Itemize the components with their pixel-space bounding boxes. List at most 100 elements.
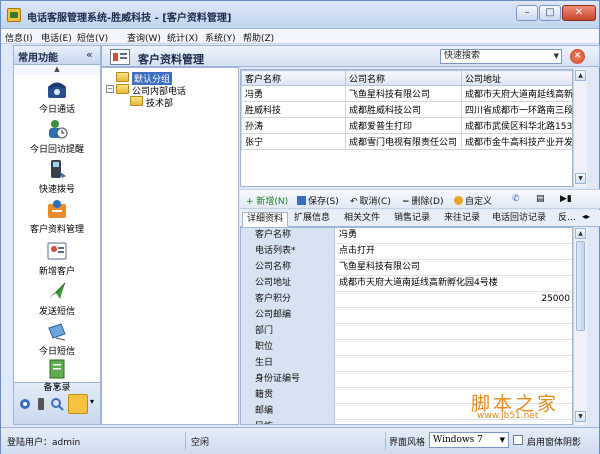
expand-icon[interactable]: −: [106, 85, 114, 93]
menu-help[interactable]: 帮助(Z): [243, 31, 274, 44]
content-header: 客户资料管理 快速搜索 ▼ ✕: [101, 45, 600, 67]
field-value[interactable]: 冯勇: [337, 228, 572, 244]
quick-item-add-customer[interactable]: 新增客户: [14, 264, 100, 277]
folder-icon: [116, 84, 129, 94]
folder-icon: [130, 96, 143, 106]
tab-scroll-icon[interactable]: ◂▸: [582, 212, 590, 221]
field-label: 生日: [241, 356, 335, 372]
scroll-up-icon[interactable]: ▲: [575, 70, 586, 81]
quick-item-today-reminders[interactable]: 今日回访提醒: [14, 142, 100, 155]
window-shadow-checkbox[interactable]: [513, 435, 523, 445]
detail-row: 客户积分 25000: [241, 292, 572, 308]
field-value[interactable]: [337, 340, 572, 356]
cancel-button-label: 取消(C): [359, 197, 391, 207]
table-row[interactable]: 胜威科技 成都胜威科技公司 四川省成都市一环路南三段2: [241, 101, 572, 118]
quick-item-memo[interactable]: 备忘录: [14, 380, 100, 393]
table-row[interactable]: 冯勇 飞鱼星科技有限公司 成都市天府大道南延线高新: [241, 85, 572, 102]
details-scrollbar[interactable]: ▲ ▼: [573, 227, 587, 425]
table-cell: 冯勇: [241, 85, 346, 102]
window-title: 电话客服管理系统-胜威科技 - [客户资料管理]: [27, 13, 232, 24]
collapse-panel-icon[interactable]: «: [86, 48, 93, 61]
quick-functions-header: 常用功能 «: [14, 46, 100, 65]
skin-select[interactable]: Windows 7 ▼: [429, 432, 509, 448]
more-actions-icon[interactable]: ▶▮: [560, 194, 572, 204]
field-value[interactable]: [337, 372, 572, 388]
menu-sms[interactable]: 短信(V): [77, 31, 108, 44]
close-page-icon[interactable]: ✕: [570, 49, 585, 64]
field-value[interactable]: [337, 356, 572, 372]
field-label: 客户积分: [241, 292, 335, 308]
menu-query[interactable]: 查询(W): [127, 31, 161, 44]
field-value[interactable]: 成都市天府大道南延线高新孵化园4号楼: [337, 276, 572, 292]
chevron-down-icon[interactable]: ▼: [554, 50, 559, 63]
add-customer-icon: [47, 242, 67, 260]
menu-system[interactable]: 系统(Y): [205, 31, 236, 44]
field-label: 籍贯: [241, 388, 335, 404]
minimize-button[interactable]: –: [516, 5, 538, 21]
quick-item-today-sms[interactable]: 今日短信: [14, 344, 100, 357]
cancel-button[interactable]: ↶ 取消(C): [350, 194, 391, 207]
field-label: 民族: [241, 420, 335, 424]
quick-item-customer-management[interactable]: 客户资料管理: [14, 222, 100, 235]
tab-details[interactable]: 详细资料: [242, 212, 289, 227]
memo-icon: [49, 359, 65, 379]
tab-contact-records[interactable]: 来往记录: [440, 212, 484, 227]
field-value[interactable]: [337, 324, 572, 340]
table-row[interactable]: 孙涛 成都爱普生打印 成都市武侯区科华北路153号: [241, 117, 572, 134]
save-button[interactable]: 保存(S): [297, 194, 339, 207]
field-label: 身份证编号: [241, 372, 335, 388]
table-row[interactable]: 张宁 成都雪门电视有限责任公司 成都市金牛高科技产业开发区: [241, 133, 572, 150]
detail-row: 客户名称 冯勇: [241, 228, 572, 244]
column-header-customer-name[interactable]: 客户名称: [241, 70, 346, 86]
field-label: 公司邮编: [241, 308, 335, 324]
delete-button[interactable]: − 删除(D): [402, 194, 444, 207]
tab-more[interactable]: 反…: [554, 212, 580, 227]
add-button[interactable]: + 新增(N): [246, 194, 288, 207]
scroll-up-icon[interactable]: ▲: [575, 228, 586, 239]
tab-sales-records[interactable]: 销售记录: [390, 212, 434, 227]
tool-selected-icon[interactable]: [68, 394, 88, 414]
tool-search-icon[interactable]: [50, 397, 64, 411]
speed-dial-icon: [51, 160, 66, 178]
maximize-button[interactable]: □: [539, 5, 561, 21]
today-sms-icon: [48, 323, 66, 341]
phone-list-link[interactable]: 点击打开: [337, 244, 572, 260]
field-label: 部门: [241, 324, 335, 340]
column-header-company-name[interactable]: 公司名称: [345, 70, 462, 86]
column-header-company-address[interactable]: 公司地址: [461, 70, 572, 86]
tab-extended-info[interactable]: 扩展信息: [290, 212, 334, 227]
scroll-down-icon[interactable]: ▼: [575, 411, 586, 422]
grid-scrollbar[interactable]: ▲ ▼: [573, 69, 587, 187]
tool-settings-icon[interactable]: [18, 397, 32, 411]
tree-node-tech-dept[interactable]: 技术部: [146, 96, 173, 109]
delete-button-label: 删除(D): [411, 197, 444, 207]
menu-info[interactable]: 信息(I): [5, 31, 33, 44]
quick-search-input[interactable]: 快速搜索 ▼: [440, 49, 562, 64]
scroll-thumb[interactable]: [576, 241, 585, 331]
message-icon[interactable]: ▤: [536, 194, 545, 204]
phone-icon[interactable]: ✆: [512, 194, 520, 204]
close-button[interactable]: ✕: [562, 5, 596, 21]
scroll-down-icon[interactable]: ▼: [575, 173, 586, 184]
quick-item-today-calls[interactable]: 今日通话: [14, 102, 100, 115]
chevron-down-icon[interactable]: ▼: [500, 433, 505, 447]
more-tools-icon[interactable]: ▾: [90, 397, 94, 406]
field-value[interactable]: 25000: [337, 292, 572, 308]
title-bar[interactable]: 电话客服管理系统-胜威科技 - [客户资料管理] – □ ✕: [1, 1, 599, 29]
field-value[interactable]: 飞鱼星科技有限公司: [337, 260, 572, 276]
field-value[interactable]: [337, 308, 572, 324]
field-label: 客户名称: [241, 228, 335, 244]
table-cell: 成都胜威科技公司: [345, 101, 462, 118]
tab-callback-records[interactable]: 电话回访记录: [488, 212, 550, 227]
quick-item-speed-dial[interactable]: 快速拨号: [14, 182, 100, 195]
menu-statistics[interactable]: 统计(X): [167, 31, 198, 44]
quick-item-send-sms[interactable]: 发送短信: [14, 304, 100, 317]
tab-related-files[interactable]: 相关文件: [340, 212, 384, 227]
tool-phone-icon[interactable]: [34, 397, 48, 411]
menu-phone[interactable]: 电话(E): [41, 31, 72, 44]
customize-button[interactable]: 自定义: [454, 194, 492, 207]
scroll-up-icon[interactable]: ▲: [14, 65, 100, 75]
field-label: 电话列表*: [241, 244, 335, 260]
table-cell: 孙涛: [241, 117, 346, 134]
status-divider: [185, 432, 186, 450]
